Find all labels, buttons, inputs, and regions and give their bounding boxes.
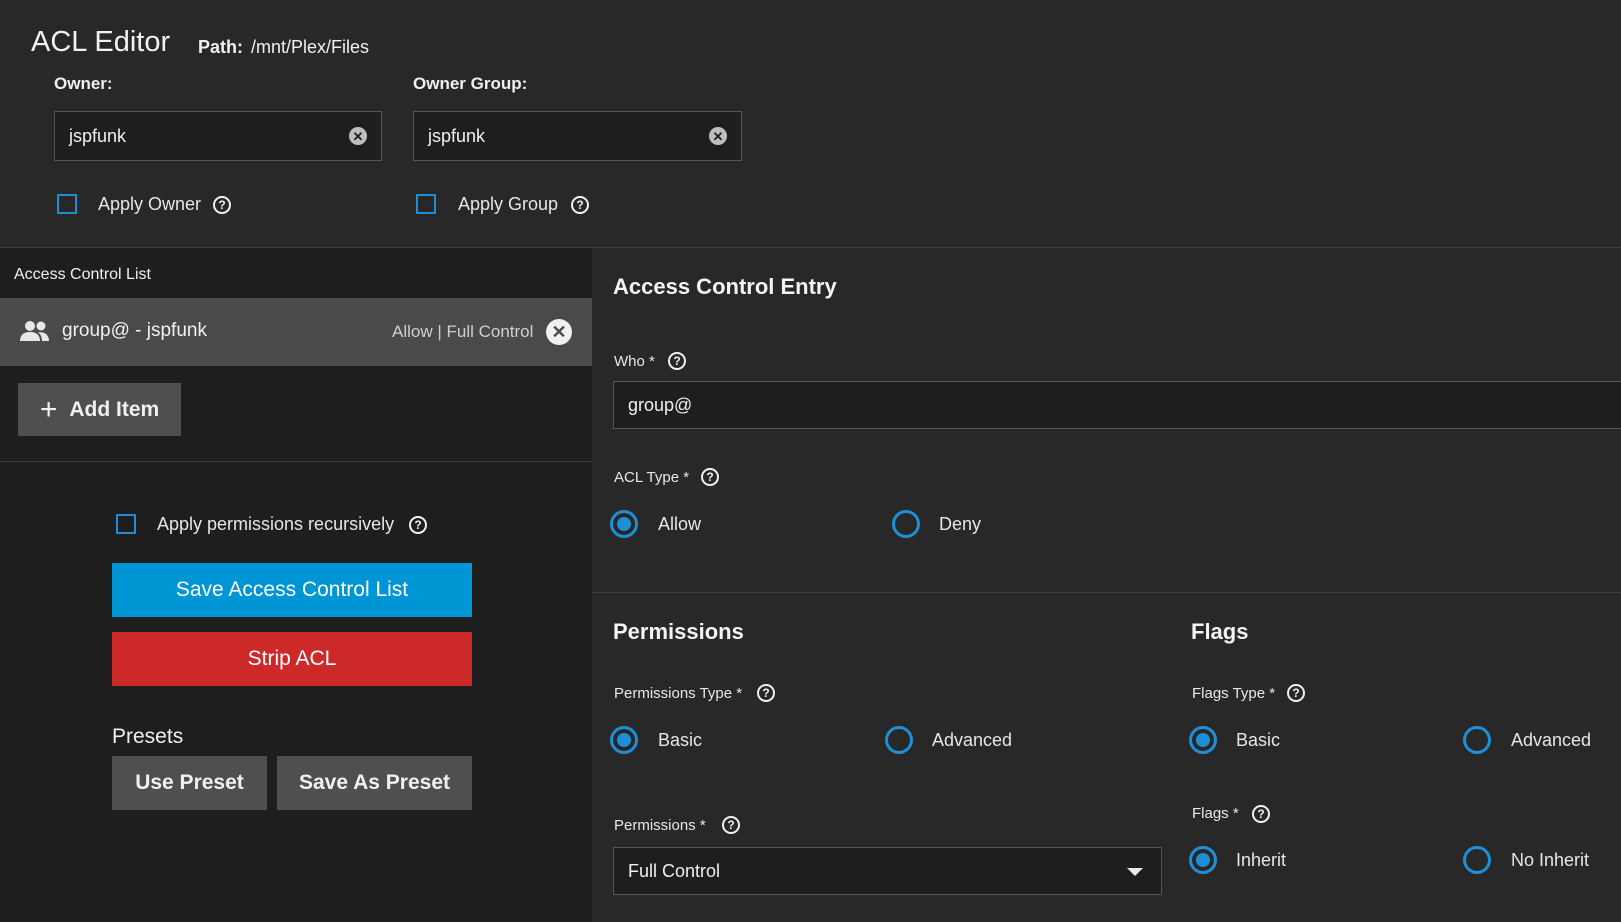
owner-value: jspfunk — [69, 125, 127, 146]
acl-type-help-icon[interactable]: ? — [701, 468, 719, 486]
acl-list-item[interactable]: group@ - jspfunk Allow | Full Control ✕ — [0, 298, 592, 366]
owner-group-value: jspfunk — [428, 125, 486, 146]
permissions-value: Full Control — [628, 860, 721, 881]
clear-owner-group-icon[interactable]: ✕ — [709, 127, 727, 145]
who-value: group@ — [628, 394, 693, 415]
flags-no-inherit-label: No Inherit — [1511, 850, 1590, 870]
permissions-advanced-label: Advanced — [932, 730, 1013, 750]
apply-owner-help-icon[interactable]: ? — [213, 196, 231, 214]
use-preset-button[interactable]: Use Preset — [112, 756, 267, 810]
acl-type-allow-radio[interactable] — [610, 510, 638, 538]
entry-divider — [592, 592, 1621, 593]
acl-list-header: Access Control List — [14, 266, 151, 283]
path-label: Path: — [198, 37, 243, 57]
permissions-help-icon[interactable]: ? — [722, 816, 740, 834]
acl-item-summary: Allow | Full Control — [392, 322, 534, 341]
permissions-advanced-radio[interactable] — [885, 726, 913, 754]
apply-recursive-help-icon[interactable]: ? — [409, 516, 427, 534]
flags-inherit-label: Inherit — [1236, 850, 1287, 870]
path-value: /mnt/Plex/Files — [251, 37, 370, 57]
plus-icon: + — [39, 392, 58, 426]
left-divider — [0, 461, 592, 462]
permissions-label: Permissions * — [614, 817, 706, 834]
entry-title: Access Control Entry — [613, 274, 837, 299]
owner-label: Owner: — [54, 74, 113, 93]
acl-type-allow-label: Allow — [658, 514, 702, 534]
save-acl-button[interactable]: Save Access Control List — [112, 563, 472, 617]
flags-no-inherit-radio[interactable] — [1463, 846, 1491, 874]
apply-owner-checkbox[interactable] — [57, 194, 77, 214]
flags-type-label: Flags Type * — [1192, 685, 1276, 702]
flags-label: Flags * — [1192, 805, 1239, 822]
flags-basic-radio[interactable] — [1189, 726, 1217, 754]
permissions-basic-label: Basic — [658, 730, 703, 750]
flags-inherit-radio[interactable] — [1189, 846, 1217, 874]
clear-owner-icon[interactable]: ✕ — [349, 127, 367, 145]
owner-input[interactable]: jspfunk ✕ — [54, 111, 382, 161]
path-display: Path: /mnt/Plex/Files — [198, 37, 369, 58]
remove-item-icon[interactable]: ✕ — [546, 319, 572, 345]
flags-type-help-icon[interactable]: ? — [1287, 684, 1305, 702]
flags-advanced-radio[interactable] — [1463, 726, 1491, 754]
who-label: Who * — [614, 353, 655, 370]
apply-recursive-label: Apply permissions recursively — [157, 514, 395, 534]
apply-group-label: Apply Group — [458, 194, 559, 214]
add-item-label: Add Item — [69, 397, 160, 421]
permissions-type-label: Permissions Type * — [614, 685, 743, 702]
strip-acl-button[interactable]: Strip ACL — [112, 632, 472, 686]
flags-help-icon[interactable]: ? — [1252, 805, 1270, 823]
apply-recursive-checkbox[interactable] — [116, 514, 136, 534]
add-item-button[interactable]: + Add Item — [18, 383, 181, 436]
group-icon — [20, 321, 49, 341]
owner-group-input[interactable]: jspfunk ✕ — [413, 111, 742, 161]
presets-label: Presets — [112, 725, 184, 748]
who-input[interactable]: group@ — [613, 381, 1621, 429]
acl-type-deny-label: Deny — [939, 514, 982, 534]
apply-group-help-icon[interactable]: ? — [571, 196, 589, 214]
apply-owner-label: Apply Owner — [98, 194, 202, 214]
dropdown-arrow-icon — [1127, 868, 1143, 876]
who-help-icon[interactable]: ? — [668, 352, 686, 370]
permissions-title: Permissions — [613, 619, 744, 644]
permissions-select[interactable]: Full Control — [613, 847, 1162, 895]
flags-basic-label: Basic — [1236, 730, 1281, 750]
permissions-basic-radio[interactable] — [610, 726, 638, 754]
permissions-type-help-icon[interactable]: ? — [757, 684, 775, 702]
flags-advanced-label: Advanced — [1511, 730, 1592, 750]
owner-group-label: Owner Group: — [413, 74, 528, 93]
acl-type-label: ACL Type * — [614, 469, 690, 486]
acl-item-name: group@ - jspfunk — [62, 320, 207, 341]
apply-group-checkbox[interactable] — [416, 194, 436, 214]
page-title: ACL Editor — [31, 26, 171, 58]
save-as-preset-button[interactable]: Save As Preset — [277, 756, 472, 810]
acl-type-deny-radio[interactable] — [892, 510, 920, 538]
flags-title: Flags — [1191, 619, 1249, 644]
